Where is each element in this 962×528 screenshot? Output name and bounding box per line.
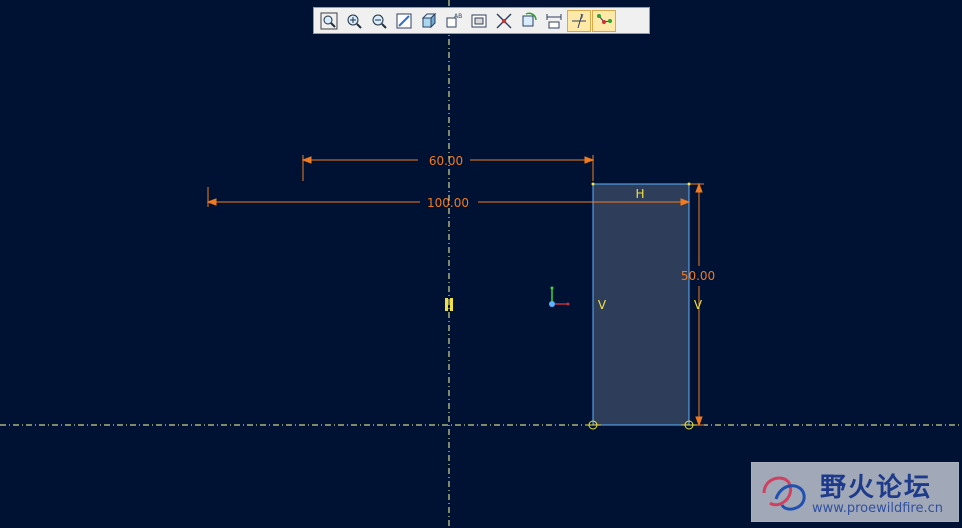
forum-logo-icon xyxy=(762,476,806,511)
zoom-out-button[interactable] xyxy=(367,10,391,32)
forum-watermark: 野火论坛 www.proewildfire.cn xyxy=(751,462,959,522)
view-toolbar: AB 7 xyxy=(313,7,650,34)
watermark-url: www.proewildfire.cn xyxy=(812,501,943,516)
saved-views-button[interactable]: AB xyxy=(442,10,466,32)
spin-center-icon xyxy=(522,12,537,26)
sketch-origin-icon xyxy=(549,286,570,307)
display-style-button[interactable] xyxy=(417,10,441,32)
svg-text:7: 7 xyxy=(580,14,584,21)
refit-icon xyxy=(320,12,338,29)
sketch-view-button[interactable] xyxy=(467,10,491,32)
spin-center-button[interactable] xyxy=(517,10,541,32)
dimension-60-label[interactable]: 60.00 xyxy=(429,154,463,168)
constraint-display-button[interactable]: 7 xyxy=(567,9,591,32)
repaint-icon xyxy=(396,13,412,28)
svg-text:AB: AB xyxy=(454,13,462,20)
constraint-display-icon: 7 xyxy=(572,13,586,28)
refit-button[interactable] xyxy=(317,10,341,32)
watermark-title: 野火论坛 xyxy=(820,473,933,503)
horizontal-constraint[interactable]: H xyxy=(635,187,644,201)
vertical-constraint-right[interactable]: V xyxy=(694,298,703,312)
sketch-canvas[interactable]: 60.00 100.00 50.00 H V V xyxy=(0,0,962,528)
zoom-in-button[interactable] xyxy=(342,10,366,32)
zoom-in-icon xyxy=(347,14,362,29)
vertical-constraint-left[interactable]: V xyxy=(598,298,607,312)
sketch-rectangle[interactable] xyxy=(592,183,690,426)
dimension-100-label[interactable]: 100.00 xyxy=(427,196,469,210)
repaint-button[interactable] xyxy=(392,10,416,32)
datum-display-icon xyxy=(496,12,512,29)
dimension-50-label[interactable]: 50.00 xyxy=(681,269,715,283)
zoom-out-icon xyxy=(372,14,387,29)
sketch-view-icon xyxy=(471,14,487,27)
vertex-display-icon xyxy=(597,13,612,24)
vertex-display-button[interactable] xyxy=(592,9,616,32)
dimension-display-icon xyxy=(546,13,562,28)
dimension-display-button[interactable] xyxy=(542,10,566,32)
saved-views-icon: AB xyxy=(446,13,462,27)
datum-display-button[interactable] xyxy=(492,10,516,32)
cube-shaded-icon xyxy=(421,12,437,28)
